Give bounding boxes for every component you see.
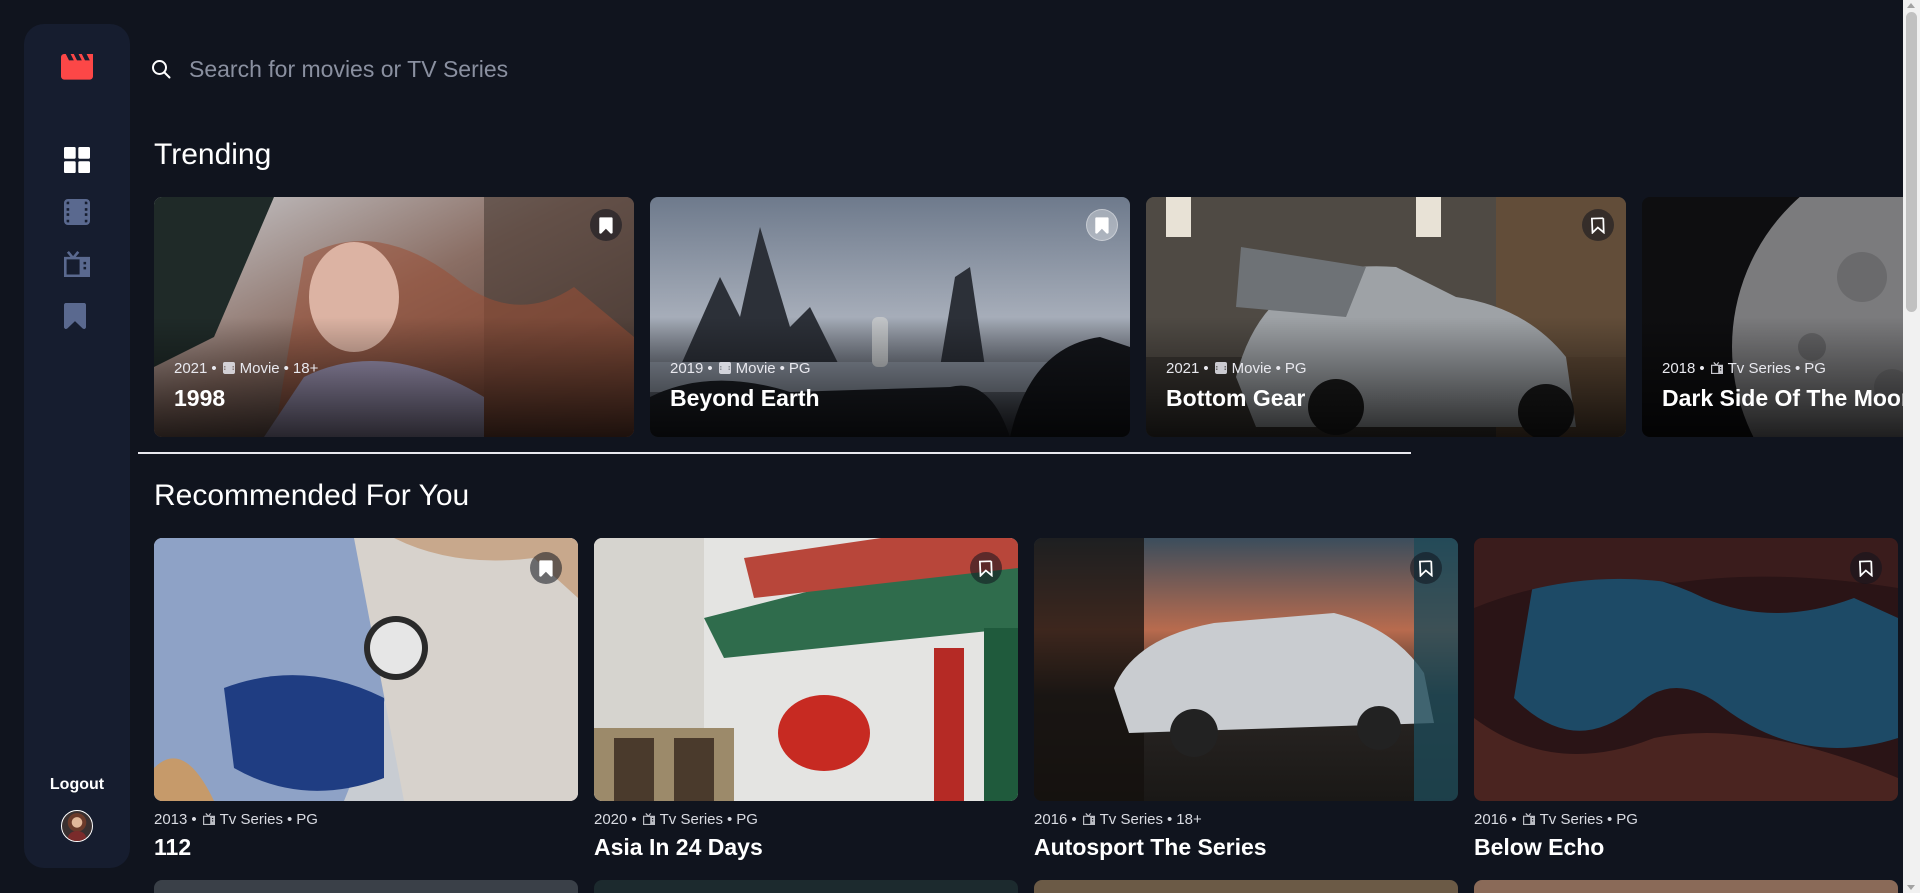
- recommended-card[interactable]: 2016 • Tv Series • PG Below Echo: [1474, 538, 1898, 861]
- card-meta: 2019 • Movie • PG: [670, 360, 811, 377]
- search-input[interactable]: [189, 50, 889, 88]
- recommended-card[interactable]: 2013 • Tv Series • PG 112: [154, 538, 578, 861]
- scrollbar-thumb[interactable]: [1906, 12, 1917, 312]
- card-meta: 2016 • Tv Series • PG: [1474, 811, 1638, 828]
- card-title: Asia In 24 Days: [594, 834, 763, 860]
- trending-card[interactable]: 2021 • Movie • 18+ 1998: [154, 197, 634, 437]
- trending-heading: Trending: [154, 138, 272, 171]
- bookmark-button[interactable]: [970, 552, 1002, 584]
- recommended-card[interactable]: 2020 • Tv Series • PG Asia In 24 Days: [594, 538, 1018, 861]
- logout-button[interactable]: Logout: [24, 776, 130, 794]
- recommended-thumbnail[interactable]: [594, 880, 1018, 893]
- card-gradient: [1642, 317, 1904, 437]
- card-title: Bottom Gear: [1166, 385, 1306, 411]
- card-title: 112: [154, 834, 192, 860]
- search-icon: [152, 60, 171, 79]
- recommended-image: [1474, 538, 1898, 801]
- tv-category-icon: [642, 813, 655, 825]
- card-meta: 2021 • Movie • 18+: [174, 360, 319, 377]
- user-avatar[interactable]: [61, 810, 93, 842]
- bookmark-full-icon: [1095, 216, 1109, 234]
- tv-category-icon: [1522, 813, 1535, 825]
- recommended-image: [1034, 538, 1458, 801]
- page-scrollbar[interactable]: [1903, 0, 1920, 893]
- tv-category-icon: [1710, 362, 1723, 374]
- recommended-heading: Recommended For You: [154, 479, 470, 512]
- card-meta: 2013 • Tv Series • PG: [154, 811, 318, 828]
- card-title: Dark Side Of The Moon: [1662, 385, 1904, 411]
- scroll-down-arrow-icon[interactable]: [1907, 885, 1915, 890]
- nav-home-grid-icon[interactable]: [64, 147, 90, 173]
- card-gradient: [154, 317, 634, 437]
- film-clapper-icon[interactable]: [61, 54, 93, 80]
- recommended-card[interactable]: 2016 • Tv Series • 18+ Autosport The Series: [1034, 538, 1458, 861]
- bookmark-empty-icon: [1591, 216, 1605, 234]
- trending-card[interactable]: 2019 • Movie • PG Beyond Earth: [650, 197, 1130, 437]
- movie-category-icon: [1214, 362, 1227, 374]
- bookmark-full-icon: [599, 216, 613, 234]
- trending-card[interactable]: 2018 • Tv Series • PG Dark Side Of The Moon: [1642, 197, 1904, 437]
- bookmark-button[interactable]: [1850, 552, 1882, 584]
- bookmark-button[interactable]: [530, 552, 562, 584]
- movie-category-icon: [718, 362, 731, 374]
- nav-tv-series-icon[interactable]: [64, 251, 90, 277]
- trending-carousel[interactable]: 2021 • Movie • 18+ 1998 2019 • Movie • PG Bey: [154, 197, 1904, 437]
- recommended-thumbnail[interactable]: [154, 538, 578, 801]
- nav-bookmark-icon[interactable]: [64, 303, 90, 329]
- card-title: Below Echo: [1474, 834, 1605, 860]
- recommended-image: [594, 538, 1018, 801]
- trending-card[interactable]: 2021 • Movie • PG Bottom Gear: [1146, 197, 1626, 437]
- scroll-up-arrow-icon[interactable]: [1907, 3, 1915, 8]
- nav-movies-film-icon[interactable]: [64, 199, 90, 225]
- sidebar: Logout: [24, 24, 130, 868]
- card-title: Autosport The Series: [1034, 834, 1267, 860]
- recommended-thumbnail[interactable]: [594, 538, 1018, 801]
- recommended-image: [154, 538, 578, 801]
- card-meta: 2020 • Tv Series • PG: [594, 811, 758, 828]
- card-title: 1998: [174, 385, 226, 411]
- card-gradient: [650, 317, 1130, 437]
- tv-category-icon: [1082, 813, 1095, 825]
- bookmark-button[interactable]: [1582, 209, 1614, 241]
- recommended-thumbnail[interactable]: [1474, 538, 1898, 801]
- tv-category-icon: [202, 813, 215, 825]
- bookmark-empty-icon: [979, 559, 993, 577]
- recommended-thumbnail[interactable]: [1034, 538, 1458, 801]
- bookmark-button[interactable]: [590, 209, 622, 241]
- bookmark-empty-icon: [1419, 559, 1433, 577]
- card-title: Beyond Earth: [670, 385, 820, 411]
- bookmark-button[interactable]: [1086, 209, 1118, 241]
- card-meta: 2018 • Tv Series • PG: [1662, 360, 1826, 377]
- movie-category-icon: [222, 362, 235, 374]
- recommended-thumbnail[interactable]: [1474, 880, 1898, 893]
- trending-scrollbar[interactable]: [138, 452, 1411, 454]
- card-gradient: [1146, 317, 1626, 437]
- bookmark-empty-icon: [1859, 559, 1873, 577]
- card-meta: 2016 • Tv Series • 18+: [1034, 811, 1202, 828]
- bookmark-button[interactable]: [1410, 552, 1442, 584]
- card-meta: 2021 • Movie • PG: [1166, 360, 1307, 377]
- recommended-thumbnail[interactable]: [154, 880, 578, 893]
- bookmark-full-icon: [539, 559, 553, 577]
- recommended-thumbnail[interactable]: [1034, 880, 1458, 893]
